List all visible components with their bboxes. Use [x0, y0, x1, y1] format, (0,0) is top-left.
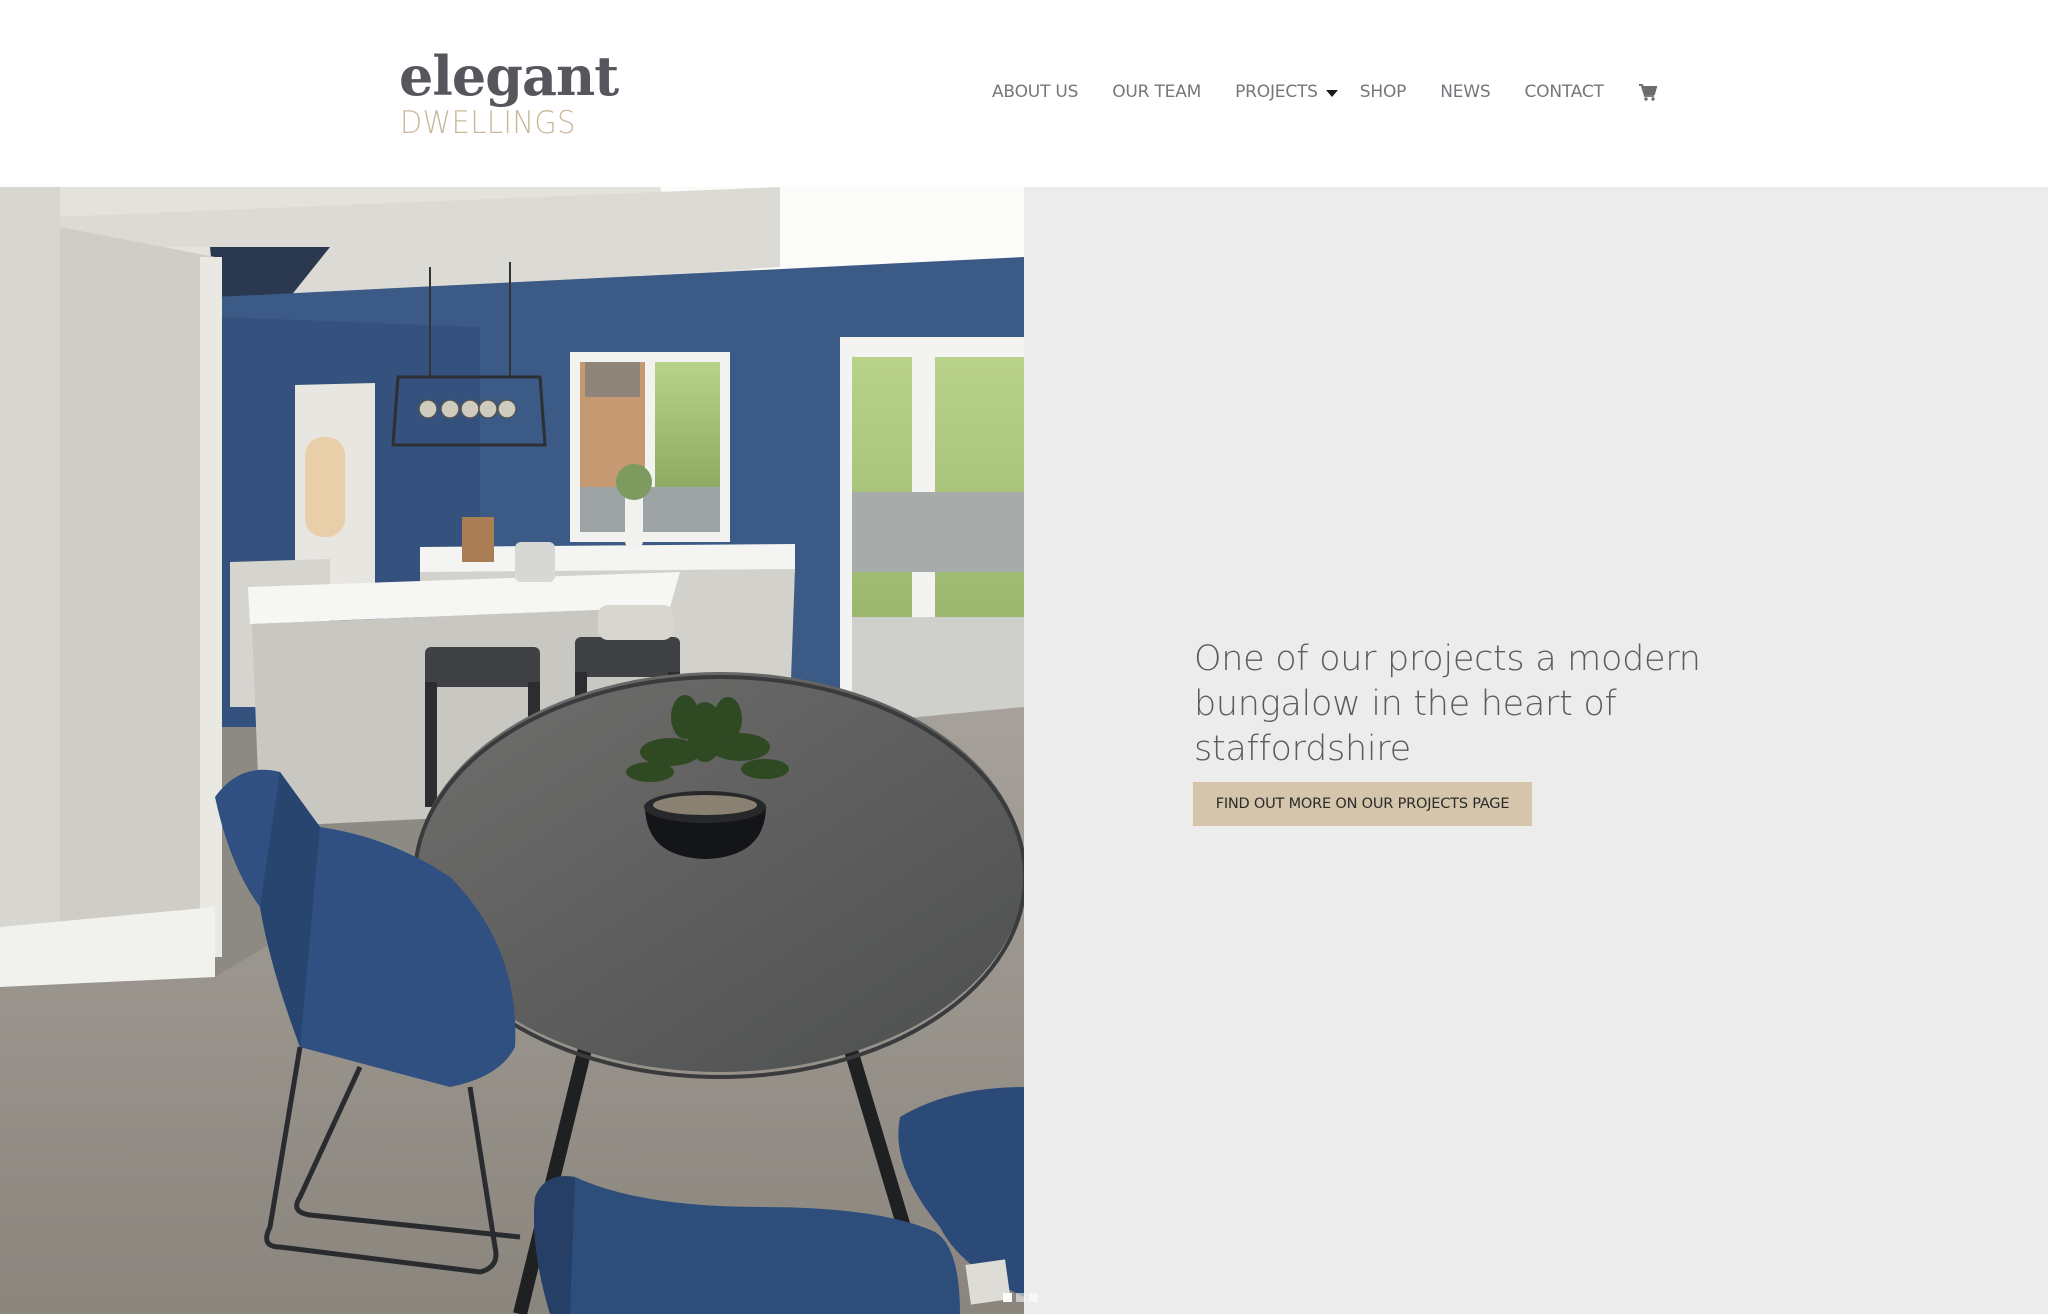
nav-projects[interactable]: PROJECTS: [1235, 82, 1338, 102]
nav-projects-label: PROJECTS: [1235, 82, 1318, 102]
caret-down-icon: [1325, 89, 1338, 97]
cart-button[interactable]: [1638, 82, 1658, 102]
slider-dot-3[interactable]: [1029, 1293, 1038, 1302]
site-header: elegant DWELLINGS ABOUT US OUR TEAM PROJ…: [0, 0, 2048, 187]
nav-contact[interactable]: CONTACT: [1524, 82, 1603, 102]
main-nav: ABOUT US OUR TEAM PROJECTS SHOP NEWS CON…: [992, 80, 1658, 104]
kitchen-photo-illustration: [0, 187, 1024, 1314]
nav-our-team[interactable]: OUR TEAM: [1112, 82, 1201, 102]
hero-text-panel: One of our projects a modern bungalow in…: [1024, 187, 2048, 1314]
hero-photo: [0, 187, 1024, 1314]
logo-wordmark-elegant: elegant: [399, 44, 619, 108]
logo-link[interactable]: elegant DWELLINGS: [399, 46, 619, 146]
slider-dots: [1003, 1293, 1038, 1302]
projects-page-button[interactable]: FIND OUT MORE ON OUR PROJECTS PAGE: [1193, 782, 1532, 826]
nav-about-us[interactable]: ABOUT US: [992, 82, 1078, 102]
hero-heading: One of our projects a modern bungalow in…: [1194, 639, 1701, 769]
slider-dot-1[interactable]: [1003, 1293, 1012, 1302]
nav-news[interactable]: NEWS: [1440, 82, 1490, 102]
logo-wordmark-dwellings: DWELLINGS: [400, 105, 576, 141]
shopping-cart-icon: [1638, 84, 1658, 101]
hero-slider: One of our projects a modern bungalow in…: [0, 187, 2048, 1314]
nav-shop[interactable]: SHOP: [1360, 82, 1407, 102]
slider-dot-2[interactable]: [1016, 1293, 1025, 1302]
